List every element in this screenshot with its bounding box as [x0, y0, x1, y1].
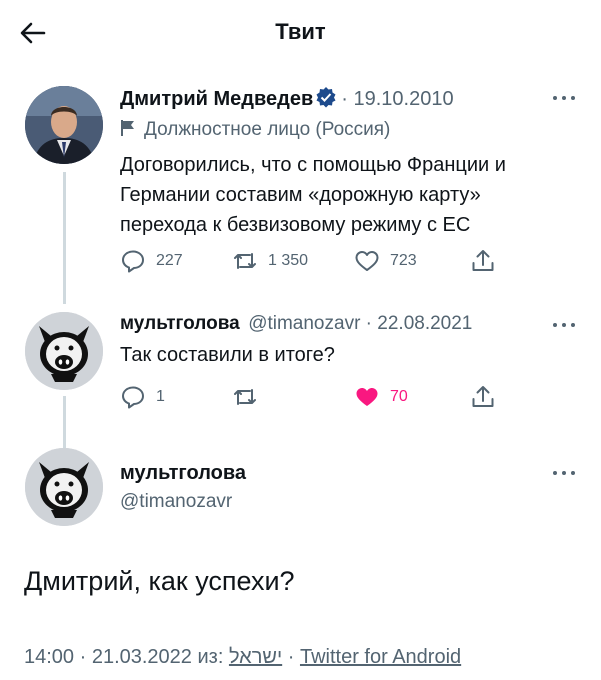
- flag-icon: [120, 119, 136, 143]
- retweet-button[interactable]: [232, 382, 268, 412]
- share-button[interactable]: [470, 382, 506, 412]
- pig-avatar-icon: [25, 312, 103, 390]
- share-icon: [472, 250, 494, 271]
- reply-button[interactable]: 227: [120, 246, 183, 276]
- reply-icon: [122, 386, 144, 409]
- more-options-icon[interactable]: [552, 93, 578, 103]
- retweet-icon: [234, 253, 256, 269]
- heart-filled-icon: [356, 388, 378, 406]
- tweet1-header: Дмитрий Медведев · 19.10.2010: [120, 86, 454, 113]
- share-button[interactable]: [470, 246, 506, 276]
- avatar[interactable]: [25, 448, 103, 526]
- share-icon: [472, 386, 494, 407]
- timestamp[interactable]: 14:00 · 21.03.2022 из:: [24, 646, 223, 668]
- main-tweet-text: Дмитрий, как успехи?: [24, 566, 295, 596]
- tweet1-text: Договорились, что с помощью Франции и Ге…: [120, 150, 506, 240]
- author-name[interactable]: Дмитрий Медведев: [120, 88, 313, 110]
- account-label-text: Должностное лицо (Россия): [144, 119, 391, 140]
- heart-icon: [355, 251, 379, 271]
- source-link[interactable]: Twitter for Android: [300, 646, 461, 668]
- reply-button[interactable]: 1: [120, 382, 165, 412]
- retweet-button[interactable]: 1 350: [232, 246, 308, 276]
- reply-icon: [122, 250, 144, 273]
- avatar-portrait-icon: [25, 86, 103, 164]
- like-button[interactable]: 723: [354, 246, 417, 276]
- retweet-count: 1 350: [268, 252, 309, 269]
- like-button-active[interactable]: 70: [354, 382, 408, 412]
- author-name[interactable]: мультголова: [120, 313, 240, 334]
- main-author: мультголова @timanozavr: [120, 462, 246, 513]
- account-label: Должностное лицо (Россия): [120, 119, 390, 143]
- tweet2-text: Так составили в итоге?: [120, 344, 335, 366]
- author-handle[interactable]: @timanozavr: [120, 491, 246, 513]
- avatar[interactable]: [25, 86, 103, 164]
- author-name[interactable]: мультголова: [120, 462, 246, 485]
- verified-badge-icon: [315, 86, 337, 113]
- tweet-meta: 14:00 · 21.03.2022 из: ישראל · Twitter f…: [24, 646, 461, 669]
- avatar[interactable]: [25, 312, 103, 390]
- thread-line: [63, 396, 66, 448]
- top-bar: Твит: [0, 0, 601, 70]
- retweet-icon: [234, 389, 256, 405]
- tweet2-header: мультголова @timanozavr · 22.08.2021: [120, 313, 472, 335]
- like-count: 723: [390, 252, 417, 269]
- handle-and-date[interactable]: @timanozavr · 22.08.2021: [248, 313, 472, 334]
- like-count: 70: [390, 388, 408, 405]
- meta-separator: ·: [287, 646, 295, 668]
- tweet-text-line: Германии составим «дорожную карту»: [120, 184, 481, 206]
- tweet-text-line: Договорились, что с помощью Франции и: [120, 154, 506, 176]
- more-options-icon[interactable]: [552, 468, 578, 478]
- page-title: Твит: [275, 19, 326, 44]
- pig-avatar-icon: [25, 448, 103, 526]
- reply-count: 227: [156, 252, 183, 269]
- location-link[interactable]: ישראל: [229, 646, 282, 668]
- tweet-text-line: перехода к безвизовому режиму с ЕС: [120, 214, 471, 236]
- more-options-icon[interactable]: [552, 320, 578, 330]
- thread-line: [63, 172, 66, 304]
- reply-count: 1: [156, 388, 165, 405]
- tweet-date[interactable]: · 19.10.2010: [341, 88, 453, 110]
